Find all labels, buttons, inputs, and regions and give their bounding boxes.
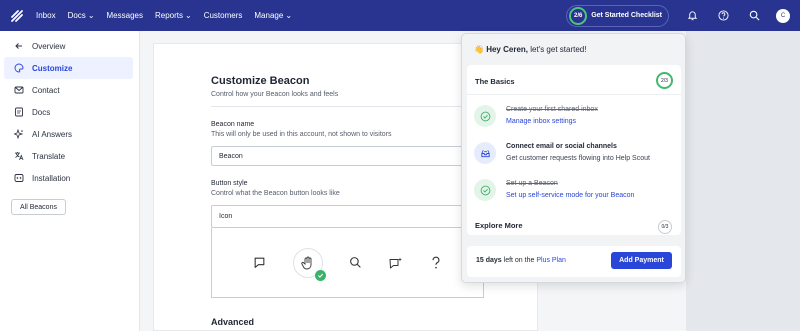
- button-style-value: Icon: [219, 213, 233, 220]
- checklist-greeting: 👋 Hey Ceren, let's get started!: [474, 45, 586, 54]
- basics-title: The Basics: [475, 77, 515, 86]
- top-navigation: Inbox Docs ⌄ Messages Reports ⌄ Customers …: [0, 0, 800, 31]
- sidebar-item-customize[interactable]: Customize: [4, 57, 133, 79]
- get-started-checklist-button[interactable]: 2/6 Get Started Checklist: [566, 4, 669, 27]
- bell-icon[interactable]: [677, 0, 708, 31]
- plus-plan-link[interactable]: Plus Plan: [536, 257, 566, 264]
- check-circle-icon: [474, 179, 496, 201]
- sidebar-item-docs[interactable]: Docs: [4, 101, 133, 123]
- nav-messages[interactable]: Messages: [107, 11, 143, 20]
- task-title: Create your first shared inbox: [506, 106, 598, 113]
- waving-hand-emoji-icon: 👋: [474, 45, 484, 54]
- nav-reports[interactable]: Reports ⌄: [155, 11, 192, 20]
- task-setup-beacon[interactable]: Set up a Beacon Set up self-service mode…: [474, 178, 674, 206]
- help-scout-logo-icon[interactable]: [0, 0, 34, 31]
- sidebar-item-label: Translate: [32, 151, 66, 161]
- sidebar-item-installation[interactable]: Installation: [4, 167, 133, 189]
- checklist-progress-ring: 2/6: [569, 6, 588, 25]
- document-icon: [15, 107, 23, 117]
- nav-manage-label: Manage: [254, 11, 284, 20]
- search-icon[interactable]: [739, 0, 770, 31]
- sidebar-item-label: Overview: [32, 41, 66, 51]
- sidebar-item-label: AI Answers: [32, 129, 73, 139]
- task-subtitle: Get customer requests flowing into Help …: [506, 155, 650, 162]
- envelope-icon: [14, 86, 24, 94]
- sidebar-item-label: Customize: [32, 63, 73, 73]
- explore-progress-ring: 0/3: [658, 220, 672, 234]
- nav-customers[interactable]: Customers: [204, 11, 243, 20]
- manage-inbox-settings-link[interactable]: Manage inbox settings: [506, 118, 576, 125]
- sidebar-item-contact[interactable]: Contact: [4, 79, 133, 101]
- task-connect-channels[interactable]: Connect email or social channels Get cus…: [474, 141, 674, 169]
- nav-inbox[interactable]: Inbox: [36, 11, 56, 20]
- sidebar-item-label: Installation: [32, 173, 71, 183]
- divider: [467, 94, 681, 95]
- button-style-hint: Control what the Beacon button looks lik…: [211, 190, 340, 197]
- greeting-name: Hey Ceren,: [486, 45, 528, 54]
- task-create-inbox[interactable]: Create your first shared inbox Manage in…: [474, 104, 674, 132]
- divider: [211, 106, 484, 107]
- waving-hand-icon: [300, 256, 311, 269]
- beacon-preview-area: [686, 31, 800, 331]
- arrow-left-icon: [15, 43, 22, 49]
- trial-text: 15 days left on the Plus Plan: [476, 257, 566, 264]
- chat-sparkle-icon[interactable]: [389, 256, 403, 270]
- button-style-select[interactable]: Icon: [211, 205, 484, 228]
- greeting-rest: let's get started!: [528, 45, 587, 54]
- explore-more-section[interactable]: Explore More 0/3: [467, 220, 681, 246]
- explore-more-title: Explore More: [475, 221, 523, 230]
- beacon-name-input[interactable]: Beacon: [211, 146, 484, 166]
- beacon-name-value: Beacon: [219, 152, 243, 160]
- advanced-section-title: Advanced: [211, 317, 255, 327]
- sidebar-item-overview[interactable]: Overview: [4, 35, 133, 57]
- sparkle-icon: [14, 129, 24, 139]
- nav-messages-label: Messages: [106, 11, 143, 20]
- plan-trial-bar: 15 days left on the Plus Plan Add Paymen…: [467, 246, 681, 277]
- beacon-name-hint: This will only be used in this account, …: [211, 131, 392, 138]
- sidebar-item-ai-answers[interactable]: AI Answers: [4, 123, 133, 145]
- nav-manage[interactable]: Manage ⌄: [254, 11, 292, 20]
- beacon-name-label: Beacon name: [211, 121, 255, 128]
- inbox-tray-icon: [474, 142, 496, 164]
- sidebar-item-translate[interactable]: Translate: [4, 145, 133, 167]
- trial-mid: left on the: [501, 257, 537, 264]
- nav-reports-label: Reports: [154, 11, 183, 20]
- add-payment-button[interactable]: Add Payment: [611, 252, 672, 269]
- selected-check-icon: [314, 269, 326, 281]
- waving-hand-option[interactable]: [292, 247, 326, 281]
- question-mark-icon[interactable]: [429, 256, 443, 270]
- self-service-mode-link[interactable]: Set up self-service mode for your Beacon: [506, 192, 634, 199]
- code-icon: [14, 174, 24, 182]
- search-icon[interactable]: [349, 256, 363, 270]
- nav-inbox-label: Inbox: [36, 11, 56, 20]
- button-style-label: Button style: [211, 180, 248, 187]
- nav-docs-label: Docs: [67, 11, 86, 20]
- page-subtitle: Control how your Beacon looks and feels: [211, 91, 339, 98]
- basics-section: The Basics 2/3 Create your first shared …: [467, 65, 681, 235]
- chevron-down-icon: ⌄: [285, 11, 293, 20]
- chevron-down-icon: ⌄: [87, 11, 95, 20]
- trial-days: 15 days: [476, 257, 502, 264]
- sidebar-item-label: Contact: [32, 85, 60, 95]
- basics-progress-ring: 2/3: [656, 72, 673, 89]
- sidebar: Overview Customize Contact Docs AI Answe…: [0, 31, 140, 331]
- check-circle-icon: [474, 105, 496, 127]
- help-icon[interactable]: [708, 0, 739, 31]
- all-beacons-button[interactable]: All Beacons: [11, 199, 66, 215]
- page-title: Customize Beacon: [211, 75, 310, 87]
- task-title: Set up a Beacon: [506, 180, 558, 187]
- checklist-button-label: Get Started Checklist: [591, 12, 662, 19]
- chevron-down-icon: ⌄: [185, 11, 192, 20]
- nav-docs[interactable]: Docs ⌄: [68, 11, 95, 20]
- button-style-options: [211, 228, 484, 298]
- avatar[interactable]: C: [776, 8, 790, 23]
- translate-icon: [15, 152, 24, 161]
- sidebar-item-label: Docs: [32, 107, 51, 117]
- chat-bubble-icon[interactable]: [253, 256, 267, 270]
- get-started-checklist-popover: 👋 Hey Ceren, let's get started! The Basi…: [461, 33, 686, 283]
- task-title: Connect email or social channels: [506, 143, 617, 150]
- palette-icon: [14, 63, 24, 73]
- nav-customers-label: Customers: [203, 11, 243, 20]
